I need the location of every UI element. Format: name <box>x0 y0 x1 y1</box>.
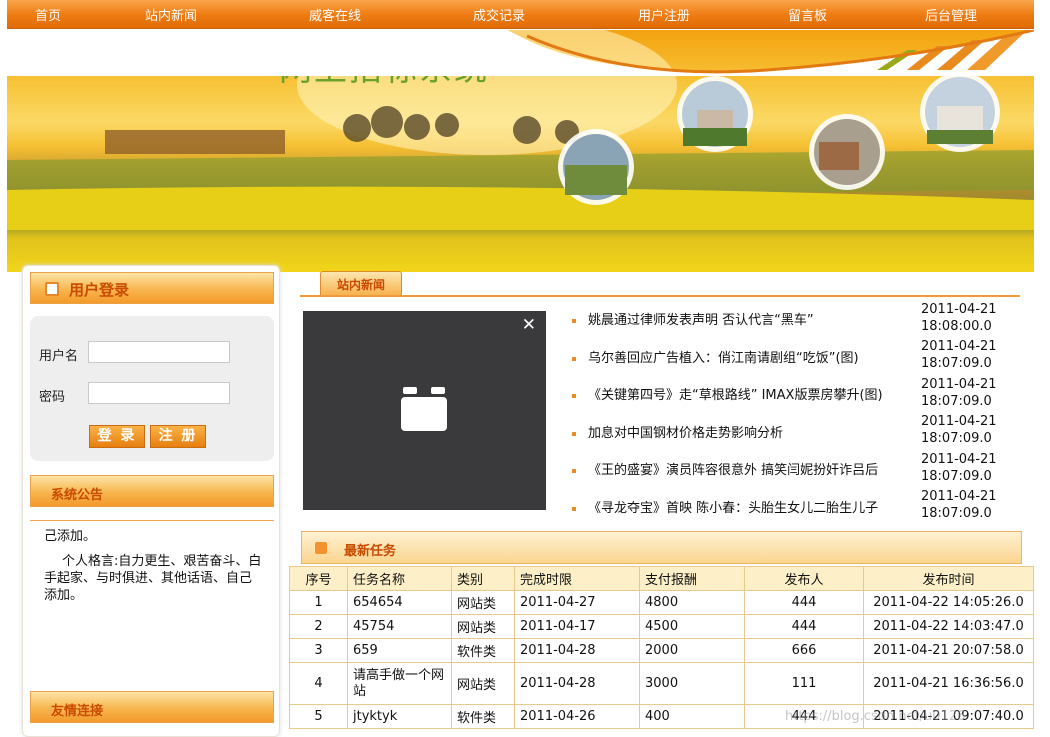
col-category: 类别 <box>451 566 515 591</box>
news-item[interactable]: 《王的盛宴》演员阵容很意外 搞笑闫妮扮奸诈吕后 <box>572 459 878 478</box>
friend-links-header: 友情连接 <box>30 691 274 723</box>
nav-witkey[interactable]: 威客在线 <box>309 5 361 24</box>
tasks-header: 最新任务 <box>301 531 1022 564</box>
username-label: 用户名 <box>39 349 79 364</box>
news-item[interactable]: 《寻龙夺宝》首映 陈小春：头胎生女儿二胎生儿子 <box>572 497 878 516</box>
username-input[interactable] <box>88 341 230 363</box>
news-date: 2011-04-21 18:07:09.0 <box>921 414 997 446</box>
tab-site-news[interactable]: 站内新闻 <box>320 271 402 296</box>
notice-content: 己添加。 个人格言:自力更生、艰苦奋斗、白手起家、与时俱进、其他话语、自己添加。 <box>44 528 264 604</box>
nav-register[interactable]: 用户注册 <box>638 5 690 24</box>
tasks-table: 序号 任务名称 类别 完成时限 支付报酬 发布人 发布时间 1 654654 网站类… <box>289 566 1034 729</box>
login-icon <box>45 282 59 296</box>
register-button[interactable]: 注 册 <box>150 425 206 448</box>
nav-home[interactable]: 首页 <box>35 5 61 24</box>
notice-header: 系统公告 <box>30 475 274 507</box>
tasks-header-text: 最新任务 <box>344 544 397 559</box>
friend-links-header-text: 友情连接 <box>51 704 104 719</box>
login-header: 用户登录 <box>30 272 274 304</box>
news-item[interactable]: 姚晨通过律师发表声明 否认代言“黑车” <box>572 309 814 328</box>
watermark: https://blog.csdn.net/u0126 <box>785 709 966 724</box>
tasks-icon <box>315 542 327 554</box>
notice-header-text: 系统公告 <box>51 488 104 503</box>
banner: 网上招标系统 <box>7 30 1034 272</box>
notice-divider <box>30 520 274 521</box>
news-date: 2011-04-21 18:07:09.0 <box>921 339 997 371</box>
col-publisher: 发布人 <box>744 566 864 591</box>
nav-news[interactable]: 站内新闻 <box>145 5 197 24</box>
login-form: 用户名 密码 登 录 注 册 <box>30 316 274 461</box>
login-button[interactable]: 登 录 <box>89 425 145 448</box>
tab-divider <box>300 295 1020 297</box>
table-row[interactable]: 3 659 软件类 2011-04-28 2000 666 2011-04-21 20:07… <box>289 638 1034 663</box>
news-date: 2011-04-21 18:07:09.0 <box>921 377 997 409</box>
left-panel: 用户登录 用户名 密码 登 录 注 册 系统公告 己添加。 个人格言:自力更生、… <box>22 265 280 737</box>
notice-line-1: 己添加。 <box>44 529 97 544</box>
password-input[interactable] <box>88 382 230 404</box>
password-label: 密码 <box>39 390 66 405</box>
table-header-row: 序号 任务名称 类别 完成时限 支付报酬 发布人 发布时间 <box>289 566 1034 591</box>
login-header-text: 用户登录 <box>69 281 130 299</box>
col-publish-time: 发布时间 <box>863 566 1034 591</box>
nav-guestbook[interactable]: 留言板 <box>788 5 827 24</box>
col-task-name: 任务名称 <box>347 566 452 591</box>
notice-line-2: 个人格言:自力更生、艰苦奋斗、白手起家、与时俱进、其他话语、自己添加。 <box>44 554 262 603</box>
news-date: 2011-04-21 18:08:00.0 <box>921 302 997 334</box>
news-date: 2011-04-21 18:07:09.0 <box>921 452 997 484</box>
table-row[interactable]: 2 45754 网站类 2011-04-17 4500 444 2011-04-22 14:… <box>289 614 1034 639</box>
news-item[interactable]: 《关键第四号》走“草根路线” IMAX版票房攀升(图) <box>572 384 883 403</box>
table-row[interactable]: 1 654654 网站类 2011-04-27 4800 444 2011-04-22 14… <box>289 590 1034 615</box>
news-date: 2011-04-21 18:07:09.0 <box>921 489 997 521</box>
nav-admin[interactable]: 后台管理 <box>925 5 977 24</box>
video-player[interactable]: ✕ <box>303 311 546 510</box>
nav-deals[interactable]: 成交记录 <box>473 5 525 24</box>
table-row[interactable]: 4 请高手做一个网站 网站类 2011-04-28 3000 111 2011-04-21 … <box>289 662 1034 705</box>
news-item[interactable]: 乌尔善回应广告植入：俏江南请剧组“吃饭”(图) <box>572 347 859 366</box>
col-deadline: 完成时限 <box>514 566 640 591</box>
media-placeholder-icon <box>401 387 447 431</box>
top-nav: 首页 站内新闻 威客在线 成交记录 用户注册 留言板 后台管理 <box>7 0 1034 29</box>
news-item[interactable]: 加息对中国钢材价格走势影响分析 <box>572 422 783 441</box>
col-reward: 支付报酬 <box>639 566 745 591</box>
col-index: 序号 <box>289 566 348 591</box>
banner-bottom-swoosh <box>7 30 1034 76</box>
